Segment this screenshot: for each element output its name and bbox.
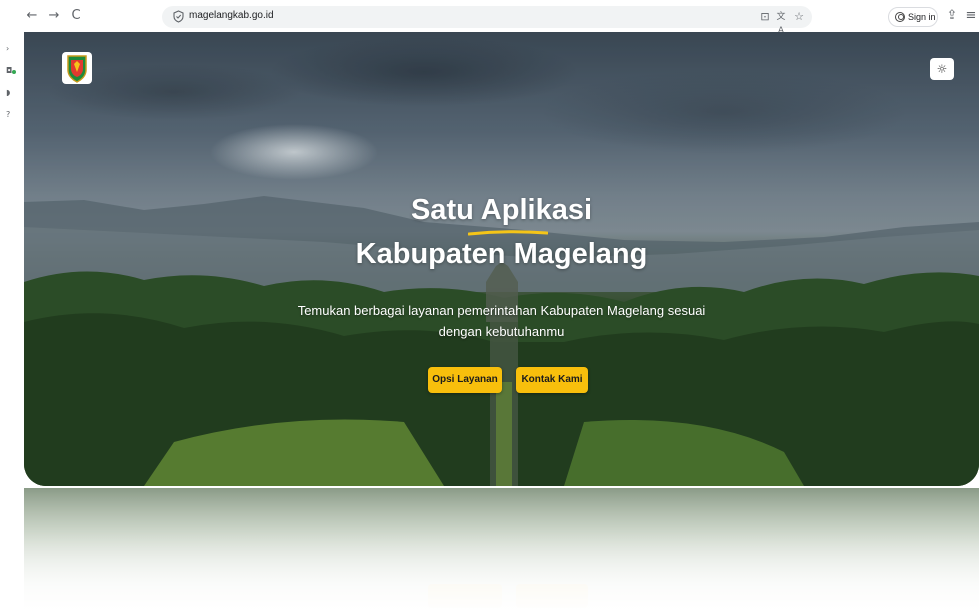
kabupaten-logo[interactable] (62, 52, 92, 84)
reload-icon[interactable]: C (68, 8, 84, 24)
site-info-icon[interactable] (172, 10, 185, 23)
side-mark-4[interactable]: ? (6, 110, 10, 119)
hero-title-line1: Satu Aplikasi (410, 194, 593, 226)
browser-toolbar: ← → C magelangkab.go.id ⊡ 文A ☆ Sign in ⇪… (0, 0, 979, 36)
forward-arrow-icon[interactable]: → (46, 8, 62, 24)
bookmark-star-icon[interactable]: ☆ (792, 10, 806, 24)
address-bar[interactable]: magelangkab.go.id ⊡ 文A ☆ (162, 6, 812, 36)
hero-title-line2: Kabupaten Magelang (355, 238, 648, 270)
extensions-icon[interactable]: ⇪ (944, 8, 960, 24)
side-mark-1[interactable]: › (6, 44, 9, 53)
sign-in-label: Sign in (908, 12, 936, 22)
opsi-layanan-button[interactable]: Opsi Layanan (428, 367, 502, 393)
coat-of-arms-icon (67, 55, 87, 83)
side-panel-strip: › ◘ ◗ ? (0, 34, 20, 474)
sign-in-button[interactable]: Sign in (888, 7, 938, 27)
profile-icon (895, 12, 905, 22)
menu-icon[interactable]: ≡ (963, 8, 979, 24)
hero-reflection (24, 488, 979, 614)
kontak-kami-button[interactable]: Kontak Kami (516, 367, 588, 393)
side-mark-3[interactable]: ◗ (6, 88, 10, 97)
hero-subtitle: Temukan berbagai layanan pemerintahan Ka… (297, 303, 706, 339)
screen-icon[interactable]: ⊡ (758, 10, 772, 24)
theme-toggle-button[interactable]: ☼ (930, 58, 954, 80)
url-text[interactable]: magelangkab.go.id (189, 10, 274, 21)
title-underline-decoration (468, 230, 548, 236)
translate-icon[interactable]: 文A (774, 10, 788, 36)
reflection-fade (24, 488, 979, 614)
side-mark-2[interactable]: ◘ (6, 66, 12, 75)
back-arrow-icon[interactable]: ← (24, 8, 40, 24)
sun-icon: ☼ (936, 62, 948, 76)
hero-section: ☼ Satu Aplikasi Kabupaten Magelang Temuk… (24, 32, 979, 486)
status-dot (12, 70, 16, 74)
